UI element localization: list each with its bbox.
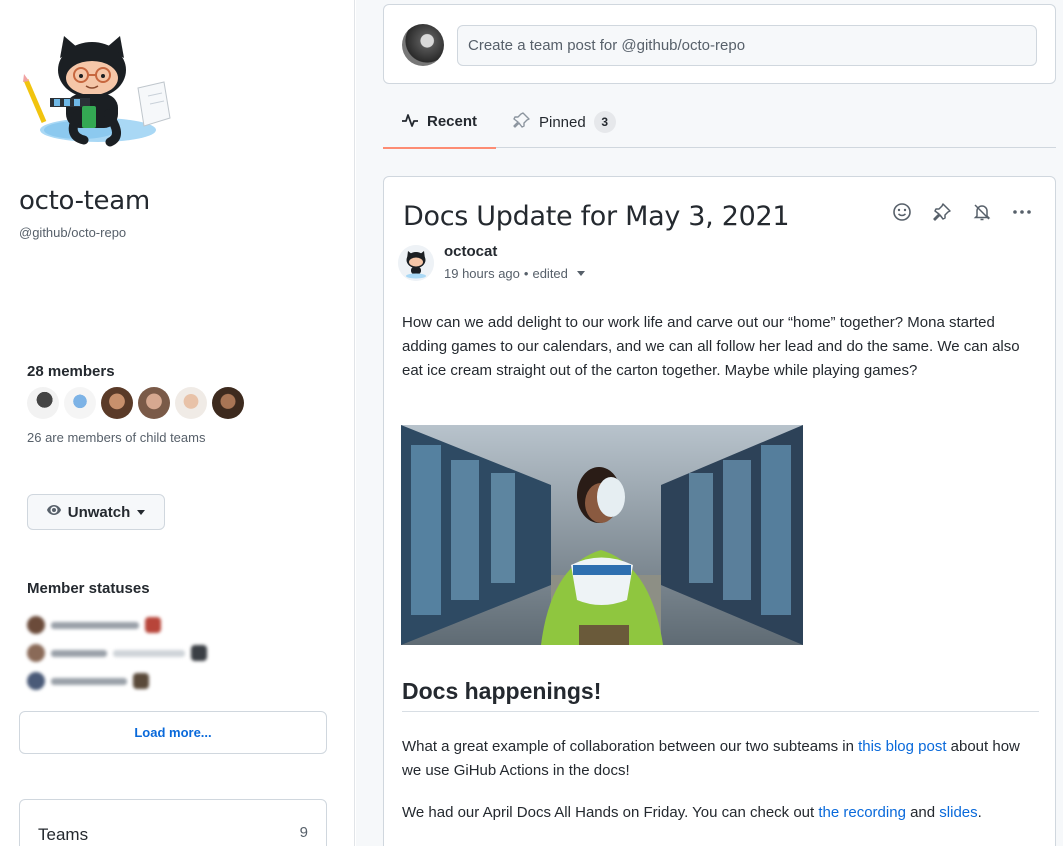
avatar <box>27 672 45 690</box>
team-name: octo-team <box>19 186 150 216</box>
load-more-button[interactable]: Load more... <box>19 711 327 754</box>
status-username <box>51 621 139 629</box>
tab-pinned[interactable]: Pinned 3 <box>513 96 616 148</box>
member-avatar[interactable] <box>175 387 207 419</box>
kebab-horizontal-icon[interactable] <box>1011 201 1033 223</box>
avatar <box>27 644 45 662</box>
pinned-count-badge: 3 <box>593 111 616 133</box>
paragraph-text: We had our April Docs All Hands on Frida… <box>402 804 819 821</box>
post-title[interactable]: Docs Update for May 3, 2021 <box>403 201 790 232</box>
member-avatar[interactable] <box>101 387 133 419</box>
pulse-icon <box>401 112 419 132</box>
new-post-composer: Create a team post for @github/octo-repo <box>383 4 1056 84</box>
post-timestamp[interactable]: 19 hours ago <box>444 266 520 281</box>
paragraph-text: and <box>905 804 940 821</box>
teams-label: Teams <box>38 825 89 844</box>
tab-recent-label: Recent <box>427 113 478 130</box>
slides-link[interactable]: slides <box>939 804 977 821</box>
member-status-row[interactable] <box>27 672 149 690</box>
member-avatar[interactable] <box>212 387 244 419</box>
post-section-heading: Docs happenings! <box>402 678 1039 712</box>
team-avatar-octocat <box>20 18 175 153</box>
post-paragraph: What a great example of collaboration be… <box>402 735 1042 783</box>
smiley-icon[interactable] <box>891 201 913 223</box>
member-avatar[interactable] <box>27 387 59 419</box>
post-gif-image <box>401 425 803 645</box>
team-post: Docs Update for May 3, 2021 octocat 19 h… <box>383 176 1056 846</box>
new-post-input[interactable]: Create a team post for @github/octo-repo <box>457 25 1037 66</box>
discussion-tabs: Recent Pinned 3 <box>383 96 1056 149</box>
member-avatar[interactable] <box>64 387 96 419</box>
members-count-title[interactable]: 28 members <box>27 363 115 380</box>
status-emoji-icon <box>191 645 207 661</box>
status-emoji-icon <box>133 673 149 689</box>
member-status-row[interactable] <box>27 616 161 634</box>
team-sidebar: octo-team @github/octo-repo 28 members 2… <box>0 0 355 846</box>
status-username <box>51 677 127 685</box>
pin-icon <box>513 111 531 133</box>
current-user-avatar <box>402 24 444 66</box>
edited-label[interactable]: edited <box>532 266 567 281</box>
status-username <box>51 649 107 657</box>
author-name[interactable]: octocat <box>444 243 497 260</box>
unwatch-label: Unwatch <box>67 503 131 521</box>
tab-recent[interactable]: Recent <box>383 96 496 149</box>
author-avatar[interactable] <box>398 245 434 281</box>
status-emoji-icon <box>145 617 161 633</box>
member-avatar[interactable] <box>138 387 170 419</box>
eye-icon <box>46 502 62 522</box>
caret-down-icon[interactable] <box>576 266 586 281</box>
member-status-row[interactable] <box>27 644 207 662</box>
team-discussions-main: Create a team post for @github/octo-repo… <box>356 0 1063 846</box>
recording-link[interactable]: the recording <box>818 804 906 821</box>
post-meta: 19 hours ago • edited <box>444 266 586 281</box>
post-actions <box>891 201 1033 223</box>
caret-down-icon <box>136 504 146 521</box>
paragraph-text: . <box>977 804 982 821</box>
paragraph-text: What a great example of collaboration be… <box>402 738 859 755</box>
team-handle[interactable]: @github/octo-repo <box>19 225 126 240</box>
tab-pinned-label: Pinned <box>539 113 586 131</box>
avatar <box>27 616 45 634</box>
pin-icon[interactable] <box>931 201 953 223</box>
bell-slash-icon[interactable] <box>971 201 993 223</box>
status-message <box>113 649 185 657</box>
member-statuses-title: Member statuses <box>27 580 150 597</box>
post-paragraph: We had our April Docs All Hands on Frida… <box>402 801 1042 825</box>
child-teams-box[interactable]: Teams 9 <box>19 799 327 846</box>
member-avatar-list <box>27 387 244 419</box>
post-body-text: How can we add delight to our work life … <box>402 314 1020 379</box>
teams-count: 9 <box>299 824 308 841</box>
meta-separator: • <box>523 266 529 281</box>
unwatch-button[interactable]: Unwatch <box>27 494 165 530</box>
child-teams-note: 26 are members of child teams <box>27 430 206 445</box>
blog-post-link[interactable]: this blog post <box>858 738 946 755</box>
